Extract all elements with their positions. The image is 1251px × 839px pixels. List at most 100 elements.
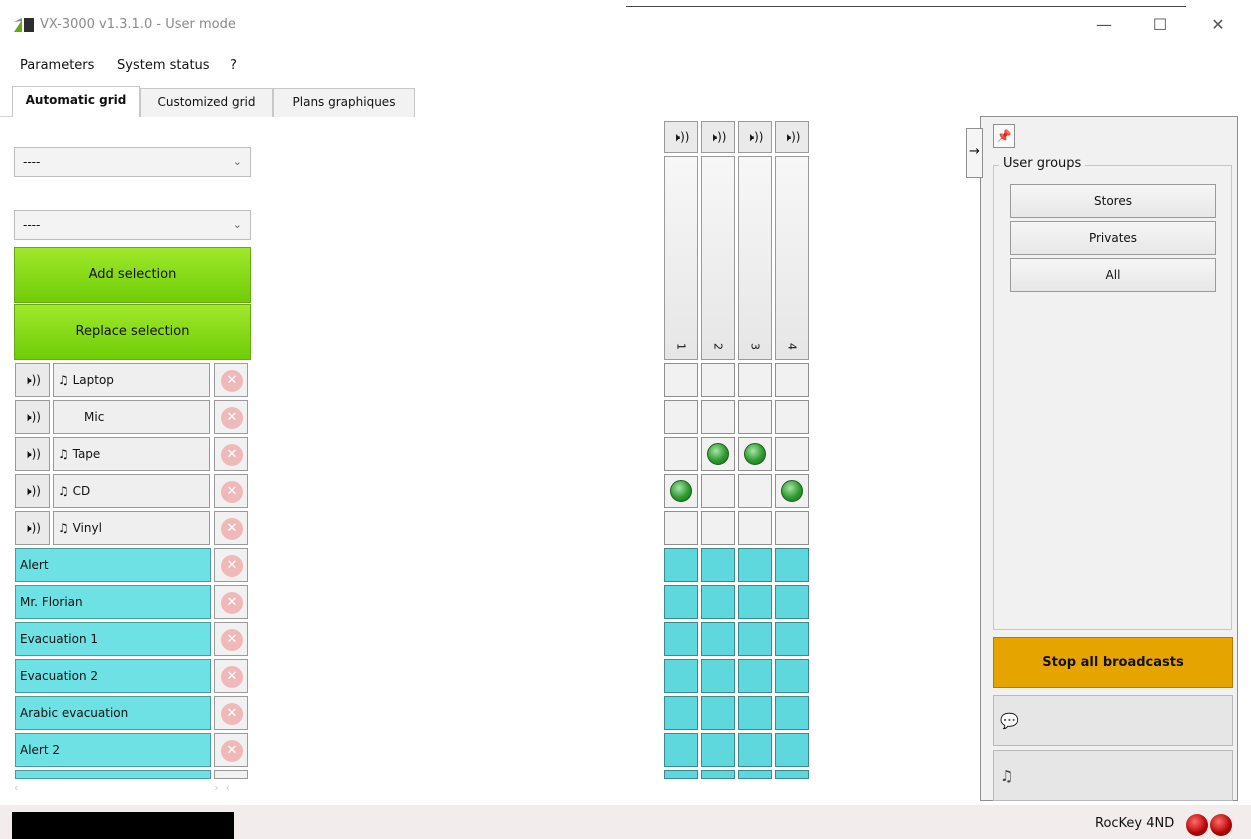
grid-cell[interactable] <box>775 511 809 545</box>
delete-button[interactable]: ✕ <box>214 696 248 730</box>
second-select[interactable]: ---- ⌄ <box>14 210 251 240</box>
speaker-icon[interactable]: 🕨)) <box>15 474 50 508</box>
zone-1-speaker-button[interactable]: 🕨)) <box>664 121 698 153</box>
grid-cell[interactable] <box>738 511 772 545</box>
tab-automatic-grid[interactable]: Automatic grid <box>12 86 140 117</box>
grid-cell[interactable] <box>701 511 735 545</box>
grid-cell-message[interactable] <box>775 696 809 730</box>
delete-button[interactable] <box>214 770 248 779</box>
grid-cell[interactable] <box>701 400 735 434</box>
delete-button[interactable]: ✕ <box>214 622 248 656</box>
message-button[interactable]: 💬 <box>993 695 1233 746</box>
speaker-icon[interactable]: 🕨)) <box>15 511 50 545</box>
source-laptop[interactable]: ♫ Laptop <box>53 363 210 397</box>
grid-cell[interactable] <box>664 474 698 508</box>
group-stores-button[interactable]: Stores <box>1010 184 1216 218</box>
message-evacuation-1[interactable]: Evacuation 1 <box>15 622 211 656</box>
grid-cell-message[interactable] <box>775 659 809 693</box>
tab-customized-grid[interactable]: Customized grid <box>140 88 273 117</box>
grid-cell-message[interactable] <box>664 548 698 582</box>
grid-cell[interactable] <box>664 363 698 397</box>
grid-cell-message[interactable] <box>738 770 772 779</box>
grid-cell[interactable] <box>738 437 772 471</box>
grid-cell-message[interactable] <box>664 696 698 730</box>
grid-cell[interactable] <box>775 400 809 434</box>
grid-cell-message[interactable] <box>701 770 735 779</box>
minimize-button[interactable]: — <box>1084 10 1124 40</box>
speaker-icon[interactable]: 🕨)) <box>15 363 50 397</box>
pin-button[interactable]: 📌 <box>993 124 1015 148</box>
zone-4-speaker-button[interactable]: 🕨)) <box>775 121 809 153</box>
grid-cell-message[interactable] <box>701 585 735 619</box>
stop-all-broadcasts-button[interactable]: Stop all broadcasts <box>993 637 1233 688</box>
source-cd[interactable]: ♫ CD <box>53 474 210 508</box>
zone-column-1[interactable]: 1 <box>664 156 698 360</box>
grid-cell-message[interactable] <box>775 733 809 767</box>
source-tape[interactable]: ♫ Tape <box>53 437 210 471</box>
speaker-icon[interactable]: 🕨)) <box>15 400 50 434</box>
grid-cell[interactable] <box>701 474 735 508</box>
message-alert[interactable]: Alert <box>15 548 211 582</box>
grid-cell-message[interactable] <box>775 585 809 619</box>
zone-column-4[interactable]: 4 <box>775 156 809 360</box>
grid-cell[interactable] <box>775 363 809 397</box>
close-button[interactable]: ✕ <box>1198 10 1238 40</box>
menu-help[interactable]: ? <box>230 58 237 73</box>
delete-button[interactable]: ✕ <box>214 548 248 582</box>
grid-cell[interactable] <box>664 511 698 545</box>
delete-button[interactable]: ✕ <box>214 585 248 619</box>
grid-cell-message[interactable] <box>664 585 698 619</box>
menu-parameters[interactable]: Parameters <box>20 58 94 73</box>
first-select[interactable]: ---- ⌄ <box>14 147 251 177</box>
grid-cell-message[interactable] <box>701 548 735 582</box>
group-all-button[interactable]: All <box>1010 258 1216 292</box>
delete-button[interactable]: ✕ <box>214 474 248 508</box>
source-mic[interactable]: Mic <box>53 400 210 434</box>
replace-selection-button[interactable]: Replace selection <box>14 304 251 360</box>
grid-cell-message[interactable] <box>701 659 735 693</box>
zone-2-speaker-button[interactable]: 🕨)) <box>701 121 735 153</box>
grid-cell[interactable] <box>738 363 772 397</box>
speaker-icon[interactable]: 🕨)) <box>15 437 50 471</box>
grid-cell-message[interactable] <box>664 659 698 693</box>
music-button[interactable]: ♫ <box>993 750 1233 801</box>
maximize-button[interactable]: ☐ <box>1140 10 1180 40</box>
grid-cell-message[interactable] <box>738 696 772 730</box>
grid-cell[interactable] <box>701 363 735 397</box>
grid-cell-message[interactable] <box>701 696 735 730</box>
menu-system-status[interactable]: System status <box>117 58 210 73</box>
message-evacuation-2[interactable]: Evacuation 2 <box>15 659 211 693</box>
grid-cell[interactable] <box>738 474 772 508</box>
grid-cell-message[interactable] <box>701 622 735 656</box>
grid-cell[interactable] <box>738 400 772 434</box>
grid-cell[interactable] <box>701 437 735 471</box>
delete-button[interactable]: ✕ <box>214 400 248 434</box>
grid-cell[interactable] <box>664 437 698 471</box>
grid-cell-message[interactable] <box>738 622 772 656</box>
message-alert-2[interactable]: Alert 2 <box>15 733 211 767</box>
horizontal-scrollbar[interactable]: ‹ › ‹ <box>14 781 270 799</box>
grid-cell-message[interactable] <box>664 770 698 779</box>
tab-plans-graphiques[interactable]: Plans graphiques <box>273 88 415 117</box>
grid-cell-message[interactable] <box>738 733 772 767</box>
grid-cell[interactable] <box>664 400 698 434</box>
grid-cell-message[interactable] <box>738 659 772 693</box>
message-partial[interactable] <box>15 770 211 779</box>
grid-cell-message[interactable] <box>738 548 772 582</box>
add-selection-button[interactable]: Add selection <box>14 247 251 303</box>
grid-cell-message[interactable] <box>664 622 698 656</box>
delete-button[interactable]: ✕ <box>214 363 248 397</box>
grid-cell-message[interactable] <box>664 733 698 767</box>
source-vinyl[interactable]: ♫ Vinyl <box>53 511 210 545</box>
collapse-panel-button[interactable]: → <box>966 128 983 178</box>
grid-cell-message[interactable] <box>775 622 809 656</box>
delete-button[interactable]: ✕ <box>214 659 248 693</box>
grid-cell[interactable] <box>775 437 809 471</box>
delete-button[interactable]: ✕ <box>214 511 248 545</box>
zone-column-2[interactable]: 2 <box>701 156 735 360</box>
zone-3-speaker-button[interactable]: 🕨)) <box>738 121 772 153</box>
grid-cell-message[interactable] <box>775 770 809 779</box>
delete-button[interactable]: ✕ <box>214 437 248 471</box>
grid-cell-message[interactable] <box>775 548 809 582</box>
grid-cell-message[interactable] <box>738 585 772 619</box>
